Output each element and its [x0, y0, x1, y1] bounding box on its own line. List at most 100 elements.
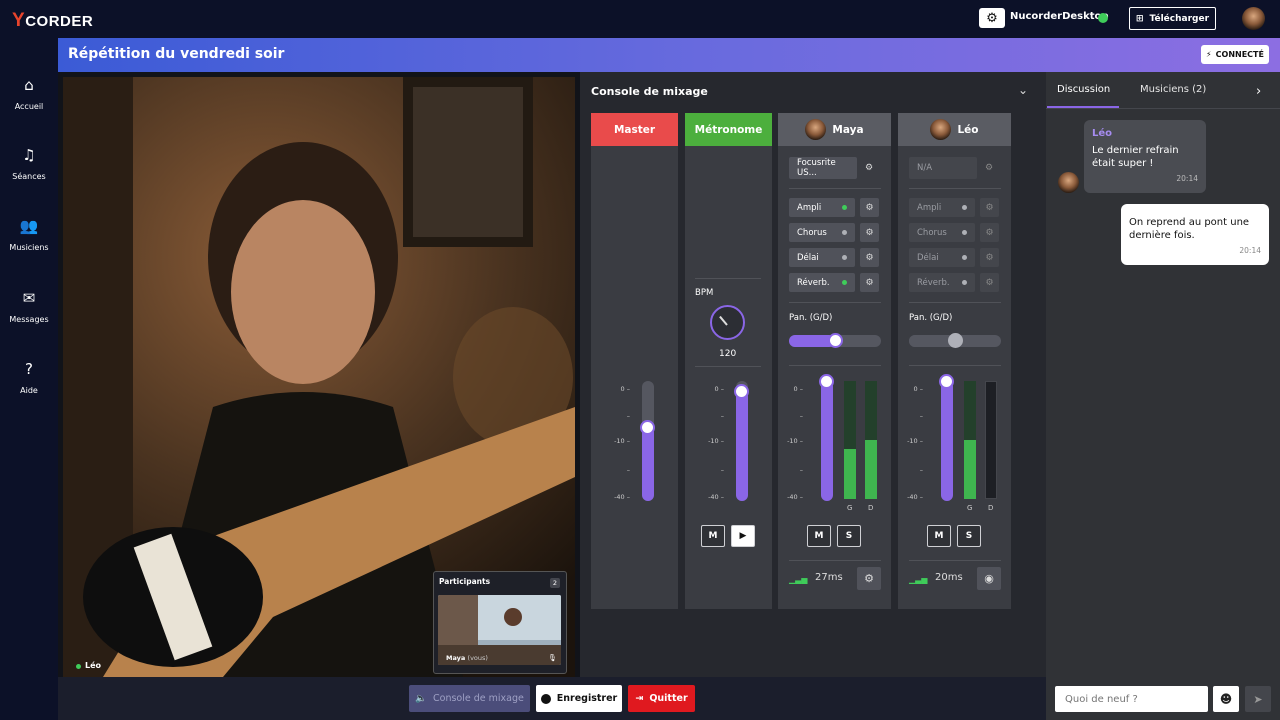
channel-header: Léo [898, 113, 1011, 146]
send-icon: ➤ [1253, 692, 1263, 706]
message-received: Léo Le dernier refrain était super ! 20:… [1084, 120, 1206, 193]
download-button[interactable]: ⊞ Télécharger [1129, 7, 1216, 30]
gear-button[interactable]: ⚙ [857, 567, 881, 590]
meter-right [985, 381, 997, 499]
metronome-play-button[interactable]: ▶ [731, 525, 755, 547]
meter-left [844, 381, 856, 499]
master-volume-knob[interactable] [640, 420, 655, 435]
solo-button[interactable]: S [957, 525, 981, 547]
pan-label: Pan. (G/D) [909, 313, 953, 323]
sidebar-item-musiciens[interactable]: 👥 Musiciens [0, 217, 58, 252]
effect-toggle-0[interactable]: Ampli [789, 198, 855, 217]
effect-settings-button[interactable]: ⚙ [980, 223, 999, 242]
gear-icon: ⚙ [984, 163, 994, 173]
download-label: Télécharger [1149, 13, 1210, 24]
metronome-volume-knob[interactable] [734, 384, 749, 399]
pan-knob[interactable] [828, 333, 843, 348]
effect-toggle-3[interactable]: Réverb. [789, 273, 855, 292]
gear-icon: ⚙ [864, 572, 874, 585]
eye-button[interactable]: ◉ [977, 567, 1001, 590]
fader-scale-tick: 0 – [714, 385, 724, 393]
effect-status-dot [842, 205, 847, 210]
effect-toggle-2[interactable]: Délai [909, 248, 975, 267]
collapse-console-chevron-down-icon[interactable]: ⌄ [1018, 83, 1028, 97]
emoji-button[interactable]: ☻ [1213, 686, 1239, 712]
volume-fill [821, 381, 833, 501]
chat-message-input[interactable] [1055, 686, 1208, 712]
fader-scale-tick: – [626, 412, 630, 420]
effect-status-dot [842, 280, 847, 285]
console-title: Console de mixage [591, 85, 708, 98]
device-settings-button[interactable]: ⚙ [978, 157, 1000, 179]
effect-toggle-3[interactable]: Réverb. [909, 273, 975, 292]
pan-knob[interactable] [948, 333, 963, 348]
page-title: Répétition du vendredi soir [68, 46, 285, 62]
effect-toggle-0[interactable]: Ampli [909, 198, 975, 217]
master-volume-slider[interactable] [642, 381, 654, 501]
input-device-select[interactable]: N/A [909, 157, 977, 179]
record-button[interactable]: Enregistrer [536, 685, 622, 712]
close-panel-chevron-right-icon[interactable]: › [1256, 84, 1261, 99]
channel-header: Maya [778, 113, 891, 146]
mute-button[interactable]: M [927, 525, 951, 547]
sidebar-item-messages[interactable]: ✉ Messages [0, 289, 58, 324]
mute-button[interactable]: M [807, 525, 831, 547]
effect-label: Réverb. [797, 277, 830, 288]
effect-status-dot [962, 230, 967, 235]
metronome-mute-button[interactable]: M [701, 525, 725, 547]
app-logo[interactable]: YCORDER [12, 10, 93, 32]
effect-toggle-1[interactable]: Chorus [789, 223, 855, 242]
effect-settings-button[interactable]: ⚙ [860, 198, 879, 217]
fader-scale-tick: 0 – [913, 385, 923, 393]
user-avatar[interactable] [1242, 7, 1265, 30]
divider [789, 188, 881, 189]
fader-scale-tick: – [720, 466, 724, 474]
effect-settings-button[interactable]: ⚙ [980, 248, 999, 267]
input-device-select[interactable]: Focusrite US... [789, 157, 857, 179]
settings-button[interactable]: ⚙ [979, 8, 1005, 28]
sidebar-item-aide[interactable]: ? Aide [0, 360, 58, 395]
quit-button[interactable]: ⇥ Quitter [628, 685, 695, 712]
tab-discussion[interactable]: Discussion [1057, 84, 1110, 95]
music-note-icon: ♫ [22, 146, 36, 164]
gear-icon: ⚙ [986, 10, 998, 26]
gear-icon: ⚙ [865, 277, 874, 288]
channel-name: Maya [832, 123, 864, 136]
effect-settings-button[interactable]: ⚙ [980, 273, 999, 292]
solo-button[interactable]: S [837, 525, 861, 547]
divider [909, 302, 1001, 303]
meter-right [865, 381, 877, 499]
tab-musiciens[interactable]: Musiciens (2) [1140, 84, 1206, 95]
volume-knob[interactable] [939, 374, 954, 389]
divider [909, 365, 1001, 366]
meter-right-label: D [988, 504, 994, 512]
effect-settings-button[interactable]: ⚙ [860, 223, 879, 242]
volume-knob[interactable] [819, 374, 834, 389]
meter-left-fill [844, 449, 856, 499]
volume-slider[interactable] [941, 381, 953, 501]
mixer-console-button[interactable]: 🔈 Console de mixage [409, 685, 530, 712]
effect-settings-button[interactable]: ⚙ [980, 198, 999, 217]
effect-toggle-2[interactable]: Délai [789, 248, 855, 267]
fader-scale-tick: 0 – [620, 385, 630, 393]
divider [789, 302, 881, 303]
effect-toggle-1[interactable]: Chorus [909, 223, 975, 242]
fader-scale-tick: -40 – [614, 493, 630, 501]
sidebar-item-seances[interactable]: ♫ Séances [0, 146, 58, 181]
metronome-volume-slider[interactable] [736, 381, 748, 501]
gear-icon: ⚙ [865, 202, 874, 213]
sidebar-item-accueil[interactable]: ⌂ Accueil [0, 76, 58, 111]
volume-slider[interactable] [821, 381, 833, 501]
master-channel-header: Master [591, 113, 678, 146]
bpm-dial[interactable] [710, 305, 745, 340]
sidebar-item-label: Musiciens [9, 243, 49, 252]
bpm-label: BPM [695, 288, 714, 298]
device-settings-button[interactable]: ⚙ [858, 157, 880, 179]
send-button[interactable]: ➤ [1245, 686, 1271, 712]
desktop-status-dot [1098, 13, 1108, 23]
effect-label: Délai [797, 252, 819, 263]
desktop-app-label: NucorderDesktop [1010, 11, 1109, 22]
effect-settings-button[interactable]: ⚙ [860, 248, 879, 267]
effect-label: Réverb. [917, 277, 950, 288]
effect-settings-button[interactable]: ⚙ [860, 273, 879, 292]
